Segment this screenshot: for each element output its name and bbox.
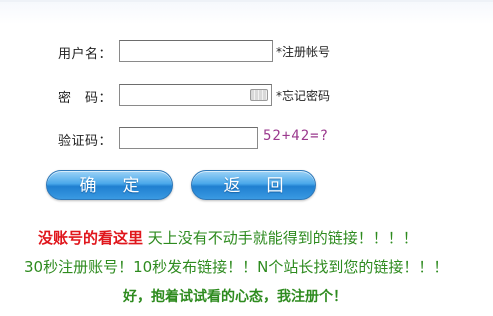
username-label: 用户名：	[58, 47, 113, 62]
promo-line-1: 没账号的看这里 天上没有不动手就能得到的链接！！！！	[38, 227, 418, 248]
promo-highlight[interactable]: 没账号的看这里	[38, 229, 143, 247]
forgot-password-link[interactable]: *忘记密码	[276, 87, 330, 104]
captcha-row: 验证码： 52+42=?	[0, 127, 493, 151]
captcha-label: 验证码：	[58, 134, 113, 149]
back-button[interactable]: 返回	[191, 170, 316, 200]
login-page: 用户名： *注册帐号 密 码： *忘记密码 验证码： 52+42=? 确定 返回…	[0, 0, 493, 316]
keyboard-icon[interactable]	[250, 89, 268, 101]
confirm-button[interactable]: 确定	[46, 170, 173, 200]
password-row: 密 码： *忘记密码	[0, 84, 493, 108]
promo-line-2: 30秒注册账号！10秒发布链接！！N个站长找到您的链接！！！	[24, 258, 449, 276]
captcha-question: 52+42=?	[263, 128, 330, 144]
promo-text-1: 天上没有不动手就能得到的链接！！！！	[147, 229, 418, 247]
username-row: 用户名： *注册帐号	[0, 40, 493, 64]
promo-line-3[interactable]: 好，抱着试试看的心态，我注册个！	[123, 286, 347, 306]
captcha-input[interactable]	[119, 127, 258, 149]
password-label: 密 码：	[58, 91, 113, 106]
top-divider	[0, 0, 493, 2]
register-account-link[interactable]: *注册帐号	[276, 43, 330, 60]
username-input[interactable]	[119, 40, 273, 62]
